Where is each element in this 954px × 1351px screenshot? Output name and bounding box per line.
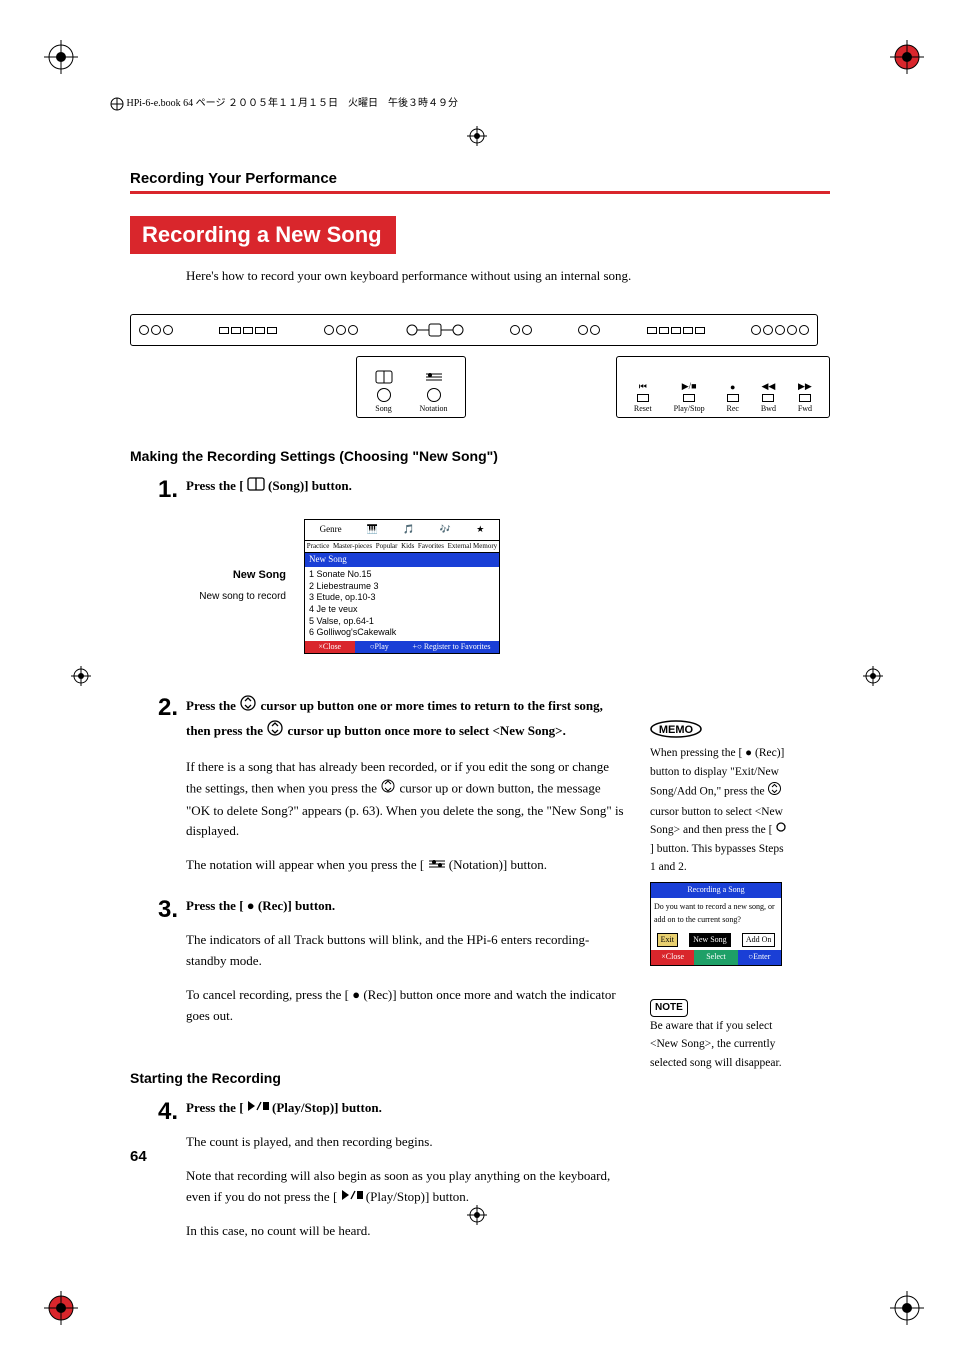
crop-mark-cl [71, 666, 91, 686]
panel-sub-right: ⏮Reset ▶/■Play/Stop ●Rec ◀◀Bwd ▶▶Fwd [616, 356, 830, 418]
cursor-icon-3 [380, 778, 396, 801]
subheading-1: Making the Recording Settings (Choosing … [130, 448, 830, 464]
annot-bold: New Song [186, 567, 286, 585]
section-rule [130, 191, 830, 194]
step-1-num: 1. [130, 476, 186, 654]
dialog-exit: Exit [657, 933, 678, 948]
t-bwd: Bwd [761, 404, 776, 413]
main-heading: Recording a New Song [130, 216, 396, 254]
crop-mark-tr [890, 40, 910, 60]
s2p2a: The notation will appear when you press … [186, 857, 428, 872]
dialog-select: Select [694, 950, 737, 965]
s2a: Press the [186, 698, 239, 713]
memo-block: MEMO When pressing the [ ● (Rec)] button… [650, 720, 790, 966]
s2p2b: (Notation)] button. [449, 857, 547, 872]
new-song-highlight: New Song [305, 553, 499, 567]
memo-label: MEMO [650, 720, 790, 744]
o-button-icon [775, 821, 787, 839]
panel-sub-left: Song Notation [356, 356, 466, 418]
panel-overview [130, 314, 818, 346]
rec-icon-2: ● [352, 985, 360, 1006]
s4b: (Play/Stop)] button. [272, 1100, 382, 1115]
sub-left-notation: Notation [420, 404, 448, 413]
song-icon [247, 477, 265, 498]
s4p3: In this case, no count will be heard. [186, 1221, 626, 1242]
intro-text: Here's how to record your own keyboard p… [186, 268, 830, 284]
cursor-icon-2 [266, 719, 284, 744]
cursor-icon-memo [767, 781, 782, 802]
rec-icon: ● [247, 896, 255, 917]
dialog-close: ×Close [651, 950, 694, 965]
subheading-2: Starting the Recording [130, 1070, 830, 1086]
dialog-body: Do you want to record a new song, or add… [651, 898, 781, 930]
s3b: (Rec)] button. [258, 898, 335, 913]
genre-tab: Genre [320, 524, 342, 536]
s3p1: The indicators of all Track buttons will… [186, 930, 626, 972]
s3a: Press the [ [186, 898, 247, 913]
svg-text:MEMO: MEMO [659, 724, 694, 736]
note-label: NOTE [650, 999, 688, 1017]
cursor-icon [239, 694, 257, 719]
note-text: Be aware that if you select <New Song>, … [650, 1017, 790, 1072]
s4p2b: (Play/Stop)] button. [366, 1189, 469, 1204]
page-number: 64 [130, 1148, 147, 1165]
foot-reg: +○ Register to Favorites [404, 641, 499, 653]
rec-icon-memo: ● [745, 747, 752, 759]
step-2-num: 2. [130, 694, 186, 889]
t-reset: Reset [634, 404, 652, 413]
step-3-num: 3. [130, 896, 186, 1040]
annotation-new-song: New Song New song to record [186, 567, 286, 605]
crop-mark-bl [44, 1291, 64, 1311]
s3p2a: To cancel recording, press the [ [186, 987, 352, 1002]
step-1: 1. Press the [ (Song)] button. New Song … [130, 476, 830, 654]
crop-mark-br [890, 1291, 910, 1311]
crop-mark-ct [467, 126, 487, 146]
header-text: HPi-6-e.book 64 ページ ２００５年１１月１５日 火曜日 午後３時… [127, 98, 458, 109]
s2c: cursor up button once more to select <Ne… [288, 723, 566, 738]
playstop-icon-2 [341, 1187, 363, 1208]
dialog-screenshot: Recording a Song Do you want to record a… [650, 882, 782, 966]
crop-mark-tl [44, 40, 64, 60]
sub-left-song: Song [375, 404, 391, 413]
step1-a: Press the [ [186, 478, 247, 493]
dialog-new: New Song [689, 933, 731, 948]
song-list: 1 Sonate No.15 2 Liebestraume 3 3 Etude,… [305, 567, 499, 641]
crop-mark-cr [863, 666, 883, 686]
foot-close: ×Close [305, 641, 355, 653]
note-block: NOTE Be aware that if you select <New So… [650, 998, 790, 1072]
step-4-num: 4. [130, 1098, 186, 1255]
page-header-line: HPi-6-e.book 64 ページ ２００５年１１月１５日 火曜日 午後３時… [110, 94, 458, 111]
dialog-enter: ○Enter [738, 950, 781, 965]
step1-b: (Song)] button. [268, 478, 352, 493]
t-rec: Rec [727, 404, 739, 413]
t-fwd: Fwd [798, 404, 812, 413]
annot-sub: New song to record [199, 591, 286, 602]
step-4: 4. Press the [ (Play/Stop)] button. The … [130, 1098, 830, 1255]
s4a: Press the [ [186, 1100, 247, 1115]
s4p1: The count is played, and then recording … [186, 1132, 626, 1153]
playstop-icon [247, 1098, 269, 1119]
dialog-add: Add On [742, 933, 776, 948]
section-title: Recording Your Performance [130, 170, 830, 187]
t-playstop: Play/Stop [674, 404, 705, 413]
song-select-screenshot: Genre 🎹🎵🎶★ Practice Master-pieces Popula… [304, 519, 500, 654]
foot-play: ○Play [355, 641, 405, 653]
dialog-title: Recording a Song [651, 883, 781, 898]
notation-icon [428, 856, 446, 877]
